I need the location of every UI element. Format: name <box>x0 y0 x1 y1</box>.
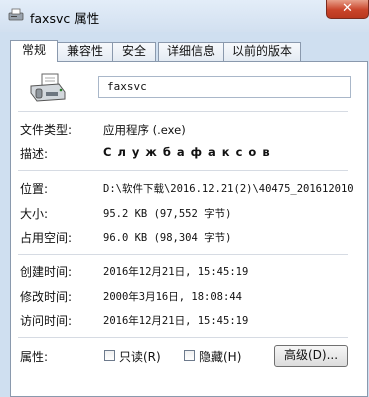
location-value: D:\软件下载\2016.12.21(2)\40475_201612010 <box>103 183 354 195</box>
hidden-label[interactable]: 隐藏(H) <box>199 348 241 365</box>
fax-app-icon <box>8 8 24 21</box>
close-button[interactable]: ✕ <box>326 0 369 19</box>
description-label: 描述: <box>20 147 49 161</box>
separator <box>18 111 348 112</box>
tab-details[interactable]: 详细信息 <box>158 42 224 61</box>
hidden-checkbox[interactable] <box>184 350 195 361</box>
attributes-label: 属性: <box>20 350 49 364</box>
created-label: 创建时间: <box>20 265 73 279</box>
file-type-label: 文件类型: <box>20 123 73 137</box>
separator <box>18 254 348 255</box>
modified-value: 2000年3月16日, 18:08:44 <box>103 291 242 303</box>
description-value: С л у ж б а ф а к с о в <box>103 145 271 159</box>
created-value: 2016年12月21日, 15:45:19 <box>103 266 249 278</box>
separator <box>18 337 348 338</box>
file-type-value: 应用程序 (.exe) <box>103 123 186 137</box>
readonly-checkbox[interactable] <box>104 350 115 361</box>
fax-file-icon <box>30 73 66 102</box>
tab-compatibility[interactable]: 兼容性 <box>57 42 113 61</box>
advanced-button[interactable]: 高级(D)... <box>274 345 348 367</box>
accessed-value: 2016年12月21日, 15:45:19 <box>103 315 249 327</box>
readonly-label[interactable]: 只读(R) <box>119 348 161 365</box>
location-label: 位置: <box>20 182 49 196</box>
disk-size-value: 96.0 KB (98,304 字节) <box>103 232 232 244</box>
accessed-label: 访问时间: <box>20 314 73 328</box>
title-bar: faxsvc 属性 ✕ <box>0 0 369 32</box>
separator <box>18 170 348 171</box>
tab-general[interactable]: 常规 <box>10 40 58 62</box>
modified-label: 修改时间: <box>20 290 73 304</box>
disk-size-label: 占用空间: <box>20 231 73 245</box>
tab-previous-versions[interactable]: 以前的版本 <box>223 42 301 61</box>
size-label: 大小: <box>20 207 49 221</box>
tab-security[interactable]: 安全 <box>112 42 156 61</box>
size-value: 95.2 KB (97,552 字节) <box>103 208 232 220</box>
file-name-field[interactable]: faxsvc <box>98 76 351 98</box>
window-title: faxsvc 属性 <box>30 11 100 26</box>
